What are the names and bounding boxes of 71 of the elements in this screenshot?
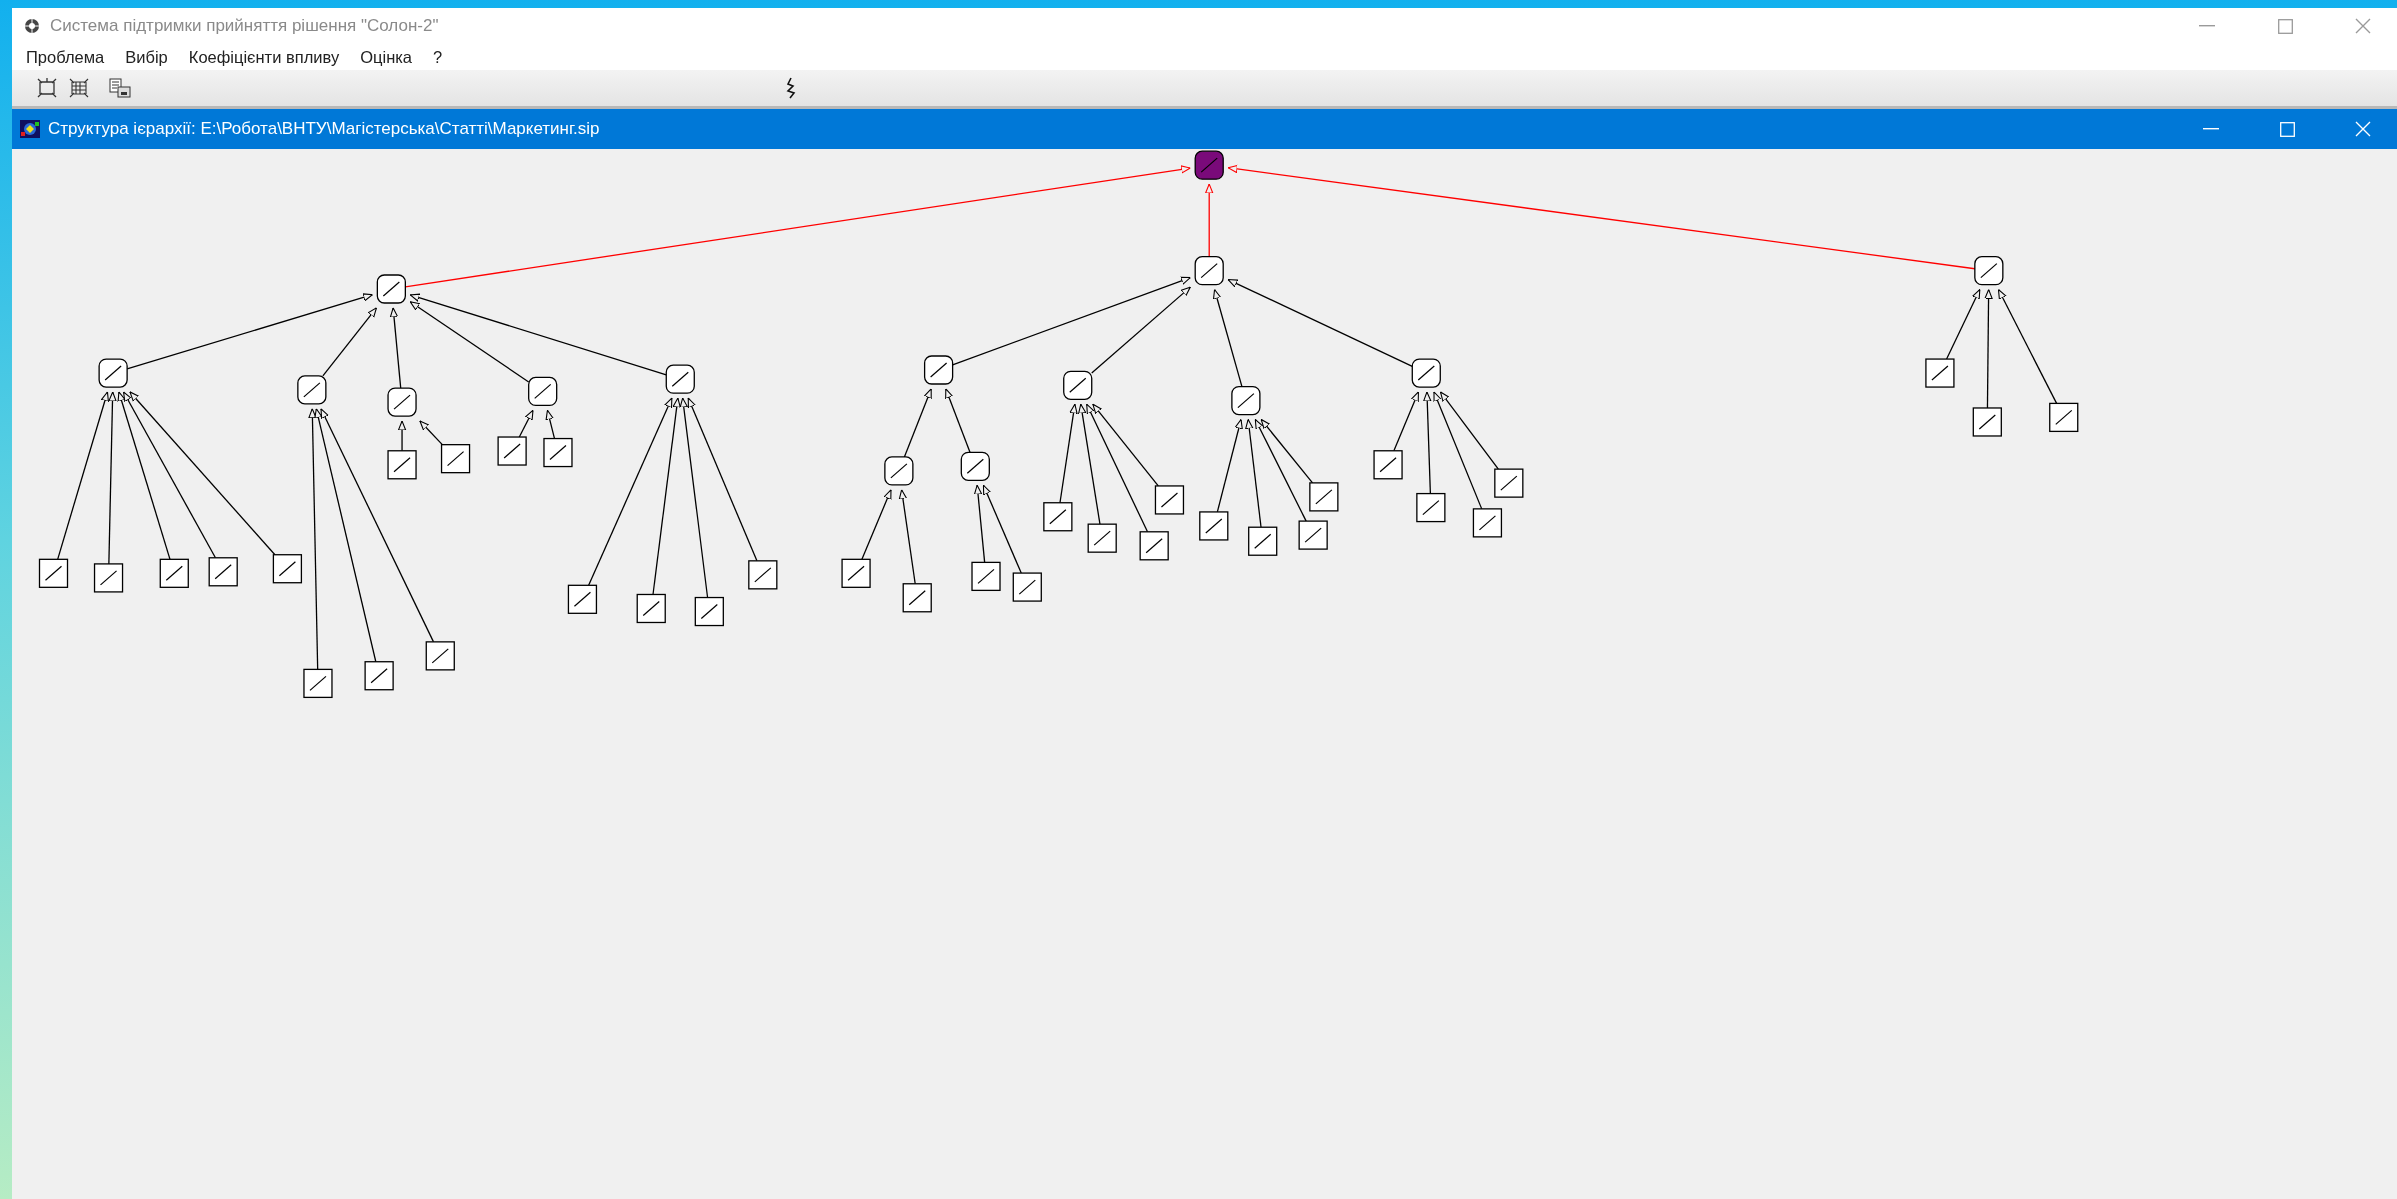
criterion-node[interactable]: [528, 376, 558, 407]
alternative-node[interactable]: [841, 558, 871, 588]
alternative-node[interactable]: [364, 661, 394, 691]
alternative-node[interactable]: [497, 436, 527, 466]
criterion-node[interactable]: [960, 451, 990, 481]
alternative-node[interactable]: [159, 558, 189, 588]
alternative-node[interactable]: [303, 668, 333, 699]
alternative-node[interactable]: [440, 444, 471, 474]
alternative-node[interactable]: [1925, 358, 1955, 388]
child-window-title: Структура ієрархії: E:\Робота\ВНТУ\Магістерська\Статті\Маркетинг.sip: [48, 119, 601, 139]
app-icon: [24, 18, 40, 34]
alternative-node[interactable]: [748, 560, 778, 590]
menu-item[interactable]: Коефіцієнти впливу: [188, 47, 340, 67]
menu-item[interactable]: ?: [433, 47, 443, 67]
criterion-node[interactable]: [387, 387, 417, 417]
alternative-node[interactable]: [208, 557, 238, 587]
alternative-node[interactable]: [1416, 492, 1446, 523]
connector-arrow: [903, 388, 932, 458]
connector-arrow: [545, 409, 556, 440]
alternative-node[interactable]: [636, 593, 666, 624]
criterion-node[interactable]: [923, 355, 954, 385]
grid-icon[interactable]: [68, 77, 90, 99]
alternative-node[interactable]: [1373, 450, 1403, 480]
alternative-node[interactable]: [694, 596, 724, 627]
connector-arrow: [1393, 391, 1420, 452]
alternative-node[interactable]: [1139, 531, 1169, 561]
menu-item[interactable]: Вибір: [125, 47, 168, 67]
connector-arrow: [945, 388, 971, 453]
alternative-node[interactable]: [1972, 407, 2002, 437]
alternative-node[interactable]: [1494, 468, 1524, 498]
criterion-node[interactable]: [1231, 385, 1261, 416]
criterion-node[interactable]: [297, 375, 327, 405]
alternative-node[interactable]: [1087, 523, 1117, 553]
connector-arrow: [518, 409, 534, 438]
alternative-node[interactable]: [1154, 485, 1185, 515]
alternative-node[interactable]: [1309, 482, 1339, 512]
menu-item[interactable]: Проблема: [26, 47, 105, 67]
alternative-node[interactable]: [1199, 511, 1229, 541]
alternative-node[interactable]: [2049, 402, 2079, 433]
alternative-node[interactable]: [1298, 520, 1328, 550]
criterion-node[interactable]: [1974, 256, 2004, 286]
alternative-node[interactable]: [1248, 526, 1278, 556]
tree-icon[interactable]: [36, 77, 58, 99]
criterion-node[interactable]: [665, 364, 695, 394]
criterion-node[interactable]: [884, 456, 914, 486]
alternative-node[interactable]: [971, 561, 1001, 592]
close-icon[interactable]: [2355, 18, 2371, 34]
connector-arrow: [1945, 288, 1981, 360]
alternative-node[interactable]: [272, 554, 303, 584]
window-title: Система підтримки прийняття рішення "Солон-2": [50, 16, 440, 36]
alternative-node[interactable]: [1012, 572, 1042, 602]
criterion-node[interactable]: [1411, 358, 1441, 388]
criterion-node[interactable]: [1194, 256, 1224, 286]
criterion-node[interactable]: [1194, 150, 1224, 180]
alternative-node[interactable]: [543, 437, 573, 468]
criterion-node[interactable]: [376, 274, 406, 304]
document-icon[interactable]: [108, 77, 132, 99]
alternative-node[interactable]: [1043, 502, 1073, 532]
alternative-node[interactable]: [387, 450, 417, 480]
alternative-node[interactable]: [425, 641, 455, 671]
app-icon: [20, 120, 40, 138]
criterion-node[interactable]: [98, 358, 128, 388]
connector-arrow: [861, 489, 892, 560]
criterion-node[interactable]: [1063, 370, 1093, 400]
maximize-icon[interactable]: [2277, 18, 2293, 34]
alternative-node[interactable]: [93, 563, 124, 593]
alternative-node[interactable]: [38, 558, 69, 588]
alternative-node[interactable]: [902, 583, 932, 613]
alternative-node[interactable]: [1472, 508, 1503, 538]
menu-item[interactable]: Оцінка: [360, 47, 412, 67]
alternative-node[interactable]: [567, 584, 598, 614]
